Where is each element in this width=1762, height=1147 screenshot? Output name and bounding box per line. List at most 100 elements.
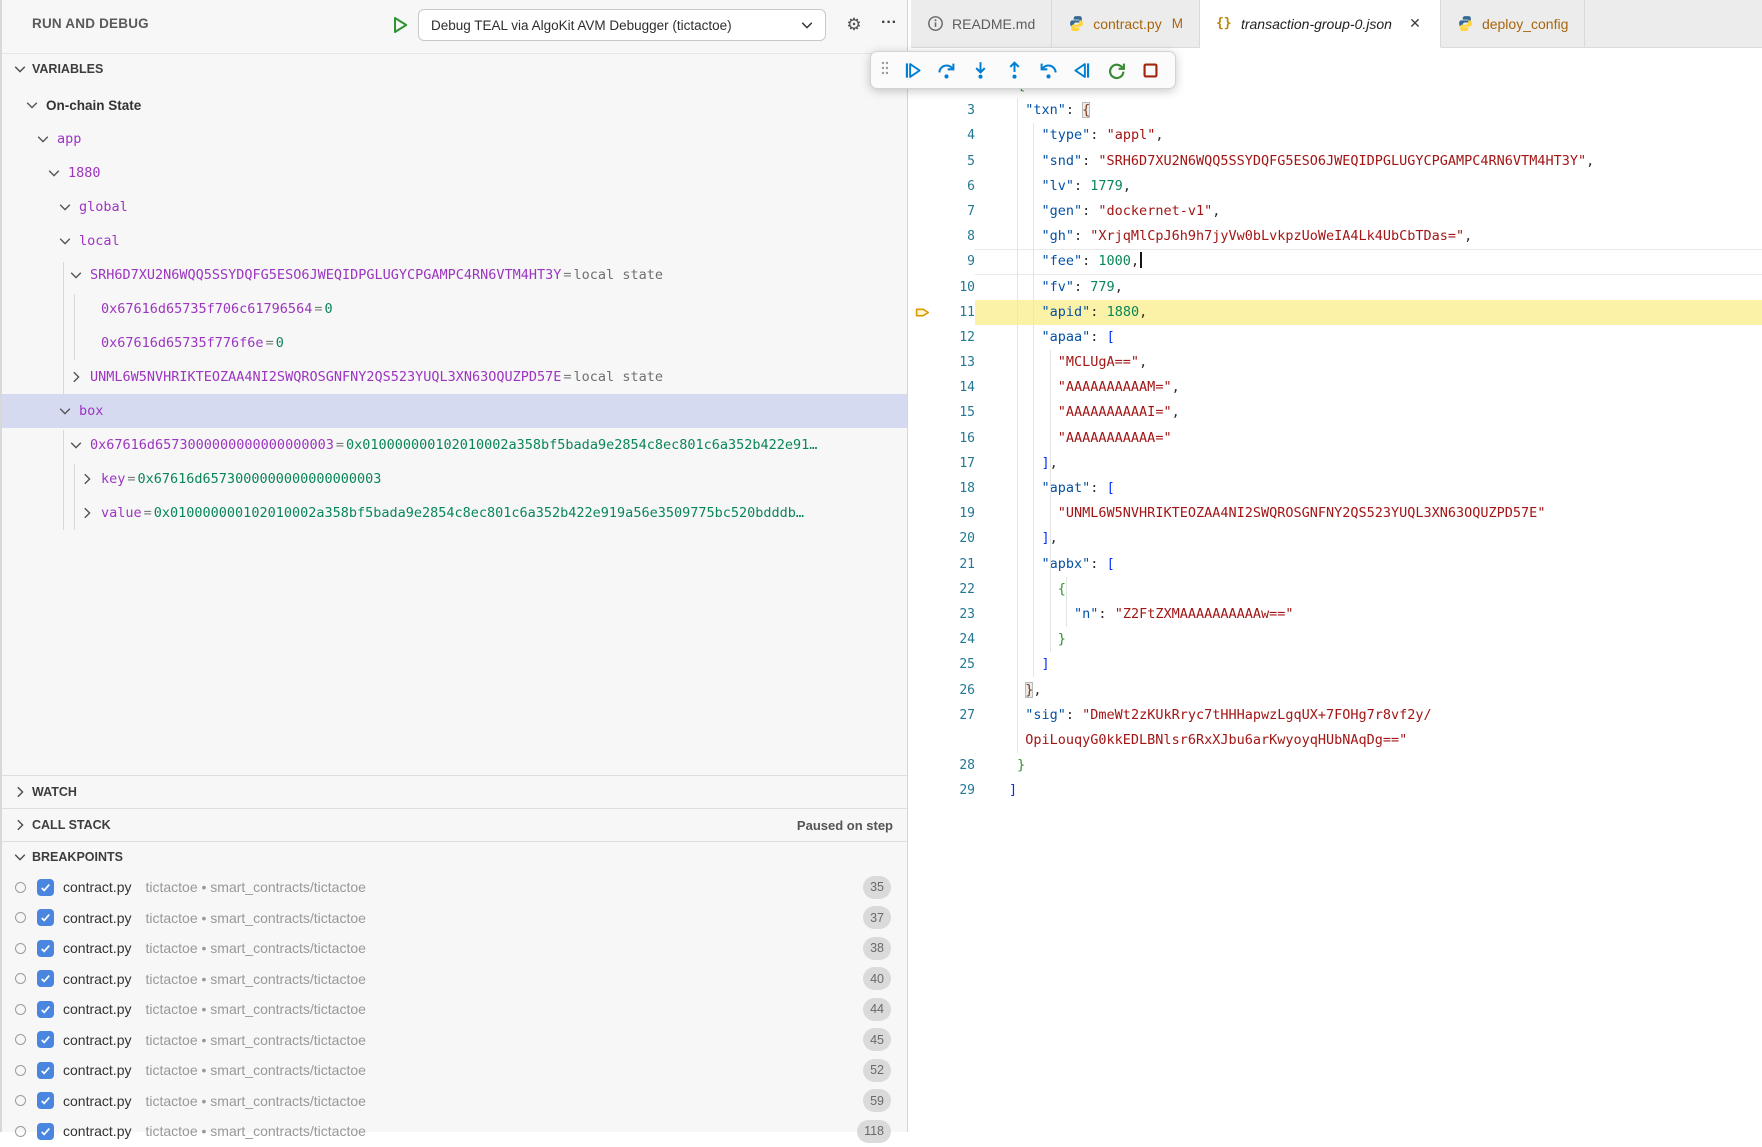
step-over-button[interactable] <box>931 55 961 85</box>
breakpoint-row[interactable]: contract.pytictactoe • smart_contracts/t… <box>2 1055 907 1086</box>
chevron-down-icon[interactable] <box>57 233 73 249</box>
step-out-button[interactable] <box>999 55 1029 85</box>
code-line-20[interactable]: 20 ], <box>911 526 1762 551</box>
breakpoint-checkbox[interactable] <box>37 1001 54 1018</box>
breakpoint-circle-icon <box>15 973 26 984</box>
tree-item-app[interactable]: app <box>2 122 907 156</box>
chevron-right-icon[interactable] <box>68 369 84 385</box>
gear-icon[interactable]: ⚙ <box>841 12 867 38</box>
code-line-13[interactable]: 13 "MCLUgA==", <box>911 350 1762 375</box>
tree-item-key[interactable]: key = 0x67616d6573000000000000000003 <box>2 462 907 496</box>
code-line-5[interactable]: 5 "snd": "SRH6D7XU2N6WQQ5SSYDQFG5ESO6JWE… <box>911 149 1762 174</box>
tree-item-1880[interactable]: 1880 <box>2 156 907 190</box>
chevron-down-icon[interactable] <box>68 437 84 453</box>
tree-item-global[interactable]: global <box>2 190 907 224</box>
tree-item-0x67616d6573[interactable]: 0x67616d65735f706c61796564 = 0 <box>2 292 907 326</box>
code-line-wrap[interactable]: OpiLouqyG0kkEDLBNlsr6RxXJbu6arKwyoyqHUbN… <box>911 728 1762 753</box>
code-line-4[interactable]: 4 "type": "appl", <box>911 123 1762 148</box>
step-back-button[interactable] <box>1033 55 1063 85</box>
code-line-12[interactable]: 12 "apaa": [ <box>911 325 1762 350</box>
chevron-right-icon[interactable] <box>79 471 95 487</box>
code-line-24[interactable]: 24 } <box>911 627 1762 652</box>
chevron-down-icon[interactable] <box>24 97 40 113</box>
code-line-11[interactable]: 11 "apid": 1880, <box>911 300 1762 325</box>
code-line-16[interactable]: 16 "AAAAAAAAAAA=" <box>911 426 1762 451</box>
step-into-button[interactable] <box>965 55 995 85</box>
breakpoints-section-header[interactable]: BREAKPOINTS <box>2 841 907 872</box>
code-line-15[interactable]: 15 "AAAAAAAAAAI=", <box>911 400 1762 425</box>
code-line-3[interactable]: 3 "txn": { <box>911 98 1762 123</box>
more-actions-icon[interactable]: ··· <box>876 10 902 36</box>
chevron-down-icon[interactable] <box>68 267 84 283</box>
code-line-22[interactable]: 22 { <box>911 577 1762 602</box>
code-line-9[interactable]: 9 "fee": 1000, <box>911 249 1762 274</box>
debug-config-dropdown[interactable]: Debug TEAL via AlgoKit AVM Debugger (tic… <box>418 9 826 41</box>
tab-readme[interactable]: README.md <box>911 0 1052 47</box>
tree-item-0x67616d6573[interactable]: 0x67616d65735f776f6e = 0 <box>2 326 907 360</box>
chevron-right-icon[interactable] <box>79 505 95 521</box>
code-line-25[interactable]: 25 ] <box>911 652 1762 677</box>
code-editor[interactable]: 2 {3 "txn": {4 "type": "appl",5 "snd": "… <box>911 48 1762 1132</box>
tree-item-local[interactable]: local <box>2 224 907 258</box>
breakpoint-row[interactable]: contract.pytictactoe • smart_contracts/t… <box>2 994 907 1025</box>
call-stack-section-header[interactable]: CALL STACK Paused on step <box>2 808 907 841</box>
tab-transaction-group-json[interactable]: {} transaction-group-0.json ✕ <box>1200 0 1441 48</box>
tree-item-0x67616d6573[interactable]: 0x67616d6573000000000000000003 = 0x01000… <box>2 428 907 462</box>
breakpoint-row[interactable]: contract.pytictactoe • smart_contracts/t… <box>2 1025 907 1056</box>
reverse-continue-button[interactable] <box>1067 55 1097 85</box>
chevron-down-icon <box>12 61 28 77</box>
breakpoint-row[interactable]: contract.pytictactoe • smart_contracts/t… <box>2 964 907 995</box>
close-icon[interactable]: ✕ <box>1406 15 1424 33</box>
stop-button[interactable] <box>1135 55 1165 85</box>
code-line-21[interactable]: 21 "apbx": [ <box>911 552 1762 577</box>
tree-item-box[interactable]: box <box>2 394 907 428</box>
continue-button[interactable] <box>897 55 927 85</box>
variables-section-header[interactable]: VARIABLES <box>2 53 907 83</box>
code-line-7[interactable]: 7 "gen": "dockernet-v1", <box>911 199 1762 224</box>
breakpoint-row[interactable]: contract.pytictactoe • smart_contracts/t… <box>2 1086 907 1117</box>
tree-item-on-chain sta[interactable]: On-chain State <box>2 88 907 122</box>
breakpoint-row[interactable]: contract.pytictactoe • smart_contracts/t… <box>2 903 907 934</box>
breakpoint-row[interactable]: contract.pytictactoe • smart_contracts/t… <box>2 1116 907 1147</box>
toolbar-gripper[interactable] <box>879 58 893 83</box>
breakpoint-row[interactable]: contract.pytictactoe • smart_contracts/t… <box>2 933 907 964</box>
restart-button[interactable] <box>1101 55 1131 85</box>
code-line-17[interactable]: 17 ], <box>911 451 1762 476</box>
chevron-down-icon[interactable] <box>57 199 73 215</box>
breakpoint-checkbox[interactable] <box>37 1062 54 1079</box>
breakpoint-checkbox[interactable] <box>37 940 54 957</box>
breakpoint-checkbox[interactable] <box>37 970 54 987</box>
chevron-down-icon[interactable] <box>35 131 51 147</box>
breakpoint-checkbox[interactable] <box>37 1031 54 1048</box>
code-line-23[interactable]: 23 "n": "Z2FtZXMAAAAAAAAAAw==" <box>911 602 1762 627</box>
call-stack-header-label: CALL STACK <box>32 818 111 832</box>
watch-section-header[interactable]: WATCH <box>2 775 907 808</box>
token-k: "fee" <box>1042 253 1083 269</box>
breakpoint-row[interactable]: contract.pytictactoe • smart_contracts/t… <box>2 872 907 903</box>
code-line-27[interactable]: 27 "sig": "DmeWt2zKUkRryc7tHHHapwzLgqUX+… <box>911 703 1762 728</box>
variable-name: 1880 <box>68 165 101 181</box>
code-line-18[interactable]: 18 "apat": [ <box>911 476 1762 501</box>
code-line-26[interactable]: 26 }, <box>911 678 1762 703</box>
code-line-29[interactable]: 29] <box>911 778 1762 803</box>
chevron-down-icon[interactable] <box>46 165 62 181</box>
code-line-6[interactable]: 6 "lv": 1779, <box>911 174 1762 199</box>
breakpoint-checkbox[interactable] <box>37 909 54 926</box>
tab-contract-py[interactable]: contract.py M <box>1052 0 1200 47</box>
start-debug-button[interactable] <box>390 15 410 35</box>
code-line-19[interactable]: 19 "UNML6W5NVHRIKTEOZAA4NI2SWQROSGNFNY2Q… <box>911 501 1762 526</box>
code-line-8[interactable]: 8 "gh": "XrjqMlCpJ6h9h7jyVw0bLvkpzUoWeIA… <box>911 224 1762 249</box>
code-line-28[interactable]: 28 } <box>911 753 1762 778</box>
code-line-14[interactable]: 14 "AAAAAAAAAAM=", <box>911 375 1762 400</box>
breakpoint-checkbox[interactable] <box>37 1092 54 1109</box>
line-number: 26 <box>937 678 975 703</box>
variable-name: 0x67616d6573000000000000000003 <box>90 437 334 453</box>
tree-item-unml6w5nvhri[interactable]: UNML6W5NVHRIKTEOZAA4NI2SWQROSGNFNY2QS523… <box>2 360 907 394</box>
tab-deploy-config[interactable]: deploy_config <box>1441 0 1585 47</box>
tree-item-srh6d7xu2n6w[interactable]: SRH6D7XU2N6WQQ5SSYDQFG5ESO6JWEQIDPGLUGYC… <box>2 258 907 292</box>
breakpoint-checkbox[interactable] <box>37 879 54 896</box>
code-line-10[interactable]: 10 "fv": 779, <box>911 275 1762 300</box>
breakpoint-checkbox[interactable] <box>37 1123 54 1140</box>
tree-item-value[interactable]: value = 0x010000000102010002a358bf5bada9… <box>2 496 907 530</box>
chevron-down-icon[interactable] <box>57 403 73 419</box>
